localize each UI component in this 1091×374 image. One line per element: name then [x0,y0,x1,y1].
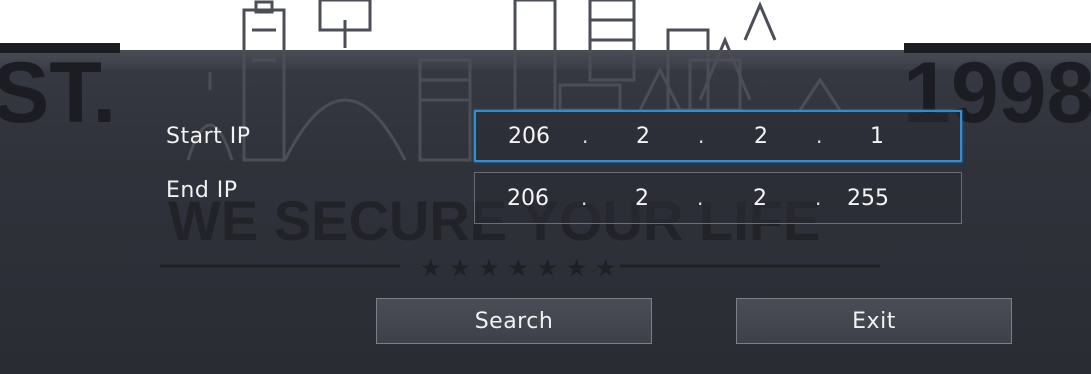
end-ip-separator: . [581,186,588,210]
exit-button[interactable]: Exit [736,298,1012,344]
start-ip-octet-4[interactable]: 1 [870,112,884,160]
start-ip-octet-2[interactable]: 2 [636,112,650,160]
end-ip-octet-3[interactable]: 2 [753,173,767,223]
end-ip-separator: . [815,186,822,210]
end-ip-octet-2[interactable]: 2 [635,173,649,223]
end-ip-octet-1[interactable]: 206 [507,173,549,223]
search-button[interactable]: Search [376,298,652,344]
watermark-left-text: ST. [0,45,116,141]
start-ip-octet-1[interactable]: 206 [508,112,550,160]
end-ip-label: End IP [166,178,238,203]
ip-search-dialog: ST. 1998 WE SECURE YOUR LIFE ★ ★ ★ ★ ★ ★… [0,0,1091,374]
start-ip-octet-3[interactable]: 2 [754,112,768,160]
start-ip-separator: . [816,124,823,148]
end-ip-separator: . [697,186,704,210]
start-ip-label: Start IP [166,124,251,149]
start-ip-separator: . [582,124,589,148]
end-ip-octet-4[interactable]: 255 [847,173,889,223]
start-ip-separator: . [698,124,705,148]
watermark-stars: ★ ★ ★ ★ ★ ★ ★ [420,254,616,282]
start-ip-field[interactable]: 206 . 2 . 2 . 1 [474,110,962,162]
end-ip-field[interactable]: 206 . 2 . 2 . 255 [474,172,962,224]
